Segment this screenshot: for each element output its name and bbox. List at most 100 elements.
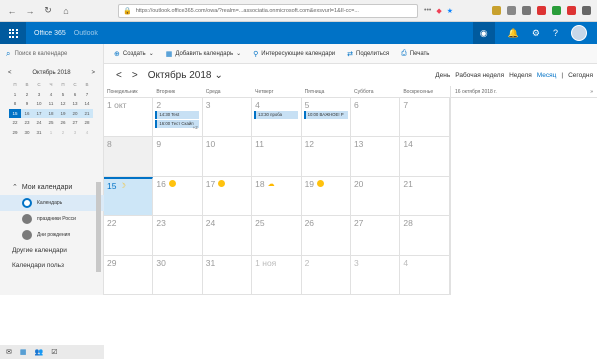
calendar-icon[interactable]: ▦: [20, 348, 27, 356]
view-work-week[interactable]: Рабочая неделя: [455, 72, 504, 79]
mini-day-selected[interactable]: 15: [9, 108, 21, 118]
day-cell[interactable]: 20: [351, 176, 401, 216]
app-launcher-icon[interactable]: [0, 22, 26, 44]
reload-icon[interactable]: ↻: [42, 5, 54, 17]
day-cell[interactable]: 12: [302, 137, 351, 176]
day-cell[interactable]: 23: [153, 216, 203, 255]
avatar[interactable]: [571, 25, 587, 41]
help-icon[interactable]: ?: [553, 28, 558, 38]
mini-day[interactable]: 27: [69, 118, 81, 128]
mini-day[interactable]: 14: [81, 99, 93, 109]
mini-day[interactable]: 2: [57, 128, 69, 138]
view-day[interactable]: День: [435, 72, 450, 79]
next-month-icon[interactable]: >: [91, 70, 95, 76]
product-name[interactable]: Office 365: [34, 30, 66, 37]
day-cell[interactable]: 17: [203, 176, 253, 216]
day-cell[interactable]: 31: [203, 255, 253, 294]
calendar-item-birthdays[interactable]: Дни рождения: [0, 227, 104, 243]
people-icon[interactable]: 👥: [35, 348, 44, 356]
my-calendars-header[interactable]: ⌃ Мои календари: [0, 179, 104, 195]
day-cell[interactable]: 19: [302, 176, 351, 216]
bookmark-star-icon[interactable]: ★: [447, 7, 453, 15]
extension-icon[interactable]: [552, 6, 561, 15]
day-cell[interactable]: 2 14:30 Test 16:00 Тест Скайп +2: [153, 98, 203, 137]
view-week[interactable]: Неделя: [509, 72, 532, 79]
mini-day[interactable]: 9: [21, 99, 33, 109]
day-cell[interactable]: 2: [302, 255, 351, 294]
mini-day[interactable]: 18: [45, 108, 57, 118]
expand-icon[interactable]: »: [590, 89, 593, 95]
chevron-down-icon[interactable]: ⌄: [214, 70, 222, 81]
other-calendars-header[interactable]: Другие календари: [0, 243, 104, 258]
address-bar[interactable]: 🔒 https://outlook.office365.com/owa/?rea…: [118, 3, 418, 18]
day-cell[interactable]: 30: [153, 255, 203, 294]
day-cell[interactable]: 4 13:30 проба: [252, 98, 302, 137]
extension-icon[interactable]: [567, 6, 576, 15]
mini-day[interactable]: 13: [69, 99, 81, 109]
prev-period-icon[interactable]: <: [116, 70, 122, 81]
day-cell[interactable]: 29: [104, 255, 154, 294]
mini-day[interactable]: 30: [21, 128, 33, 138]
page-actions-icon[interactable]: •••: [424, 7, 431, 15]
day-cell[interactable]: 16: [153, 176, 203, 216]
day-cell[interactable]: 1 ноя: [252, 255, 302, 294]
mini-day[interactable]: 16: [21, 108, 33, 118]
mini-day[interactable]: 25: [45, 118, 57, 128]
next-period-icon[interactable]: >: [132, 70, 138, 81]
notifications-icon[interactable]: 🔔: [508, 28, 519, 39]
new-button[interactable]: ⊕ Создать ⌄: [114, 50, 154, 58]
sidebar-icon[interactable]: [522, 6, 531, 15]
more-events-link[interactable]: +2: [193, 125, 198, 130]
pocket-icon[interactable]: ◆: [436, 7, 441, 15]
day-cell[interactable]: 11: [252, 137, 302, 176]
add-calendar-button[interactable]: ▦ Добавить календарь ⌄: [166, 50, 241, 58]
day-cell[interactable]: 7: [400, 98, 450, 137]
view-month[interactable]: Месяц: [537, 72, 557, 79]
prev-month-icon[interactable]: <: [8, 70, 12, 76]
mini-day[interactable]: 21: [81, 108, 93, 118]
mini-day[interactable]: 4: [81, 128, 93, 138]
day-cell[interactable]: 3: [203, 98, 253, 137]
forward-icon[interactable]: →: [24, 5, 36, 17]
day-cell[interactable]: 14: [400, 137, 450, 176]
mini-day[interactable]: 24: [33, 118, 45, 128]
day-cell[interactable]: 10: [203, 137, 253, 176]
mini-day[interactable]: 7: [81, 90, 93, 100]
user-calendars-header[interactable]: Календари польз: [0, 258, 104, 273]
mini-day[interactable]: 10: [33, 99, 45, 109]
extension-icon[interactable]: [492, 6, 501, 15]
mini-day[interactable]: 12: [57, 99, 69, 109]
menu-icon[interactable]: [582, 6, 591, 15]
mini-day[interactable]: 8: [9, 99, 21, 109]
home-icon[interactable]: ⌂: [60, 5, 72, 17]
day-cell[interactable]: 25: [252, 216, 302, 255]
search-input[interactable]: ⌕ Поиск в календаре: [0, 43, 104, 64]
mini-day[interactable]: 4: [45, 90, 57, 100]
extension-icon[interactable]: [537, 6, 546, 15]
day-cell[interactable]: 27: [351, 216, 401, 255]
mini-day[interactable]: 3: [33, 90, 45, 100]
scrollbar[interactable]: [96, 182, 101, 272]
mini-day[interactable]: 22: [9, 118, 21, 128]
event-item[interactable]: 10:00 ВАЖНОЕ! Р: [303, 111, 348, 119]
library-icon[interactable]: [507, 6, 516, 15]
mini-day[interactable]: 23: [21, 118, 33, 128]
event-item[interactable]: 14:30 Test: [155, 111, 200, 119]
mini-day[interactable]: 3: [69, 128, 81, 138]
share-button[interactable]: ⇄ Поделиться: [347, 50, 389, 58]
day-cell[interactable]: 26: [302, 216, 351, 255]
day-cell[interactable]: 9: [153, 137, 203, 176]
back-icon[interactable]: ←: [6, 5, 18, 17]
today-button[interactable]: Сегодня: [568, 72, 593, 79]
mini-day[interactable]: 1: [9, 90, 21, 100]
day-cell[interactable]: 13: [351, 137, 401, 176]
day-cell[interactable]: 5 10:00 ВАЖНОЕ! Р: [302, 98, 351, 137]
print-button[interactable]: ⎙ Печать: [401, 50, 429, 58]
calendar-item-main[interactable]: Календарь: [0, 195, 104, 211]
event-item[interactable]: 13:30 проба: [254, 111, 299, 119]
mini-day[interactable]: 6: [69, 90, 81, 100]
day-cell[interactable]: 6: [351, 98, 401, 137]
skype-icon[interactable]: ◉: [472, 22, 495, 44]
settings-icon[interactable]: ⚙: [532, 28, 540, 39]
day-cell[interactable]: 4: [400, 255, 450, 294]
